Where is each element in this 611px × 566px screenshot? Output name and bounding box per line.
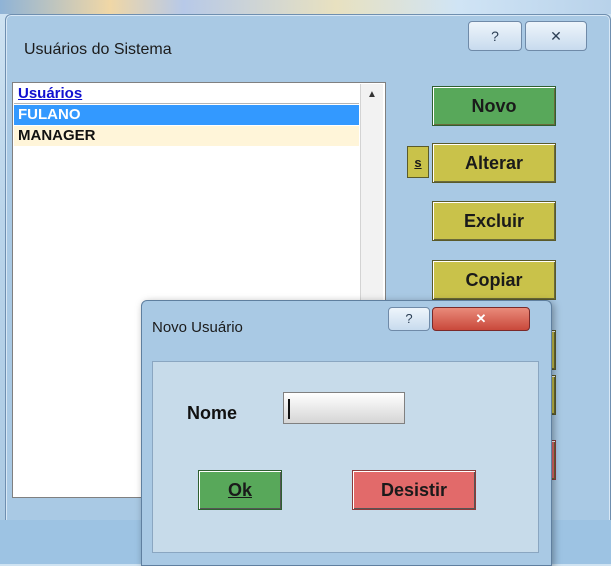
dialog-close-button[interactable]: ✕: [432, 307, 530, 331]
ok-button[interactable]: Ok: [198, 470, 282, 510]
nome-label: Nome: [187, 403, 238, 423]
nome-input[interactable]: [283, 392, 405, 424]
text-caret: [288, 399, 290, 419]
help-button[interactable]: ?: [468, 21, 522, 51]
copiar-label: Copiar: [465, 269, 523, 290]
question-icon: ?: [405, 311, 413, 326]
alterar-button[interactable]: Alterar: [432, 143, 556, 183]
excluir-label: Excluir: [463, 210, 525, 231]
main-titlebar[interactable]: Usuários do Sistema ? ✕: [6, 15, 610, 77]
list-item[interactable]: MANAGER: [14, 126, 359, 146]
close-button[interactable]: ✕: [525, 21, 587, 51]
novo-label: Novo: [471, 95, 517, 116]
desktop-background: [0, 0, 611, 14]
excluir-button[interactable]: Excluir: [432, 201, 556, 241]
main-window-title: Usuários do Sistema: [24, 41, 172, 58]
dialog-content: [152, 361, 539, 553]
s-button[interactable]: s: [407, 146, 429, 178]
desistir-button[interactable]: Desistir: [352, 470, 476, 510]
dialog-help-button[interactable]: ?: [388, 307, 430, 331]
close-icon: ✕: [550, 27, 562, 44]
list-item[interactable]: FULANO: [14, 105, 359, 125]
ok-label: Ok: [227, 479, 252, 500]
question-icon: ?: [491, 28, 499, 44]
copiar-button[interactable]: Copiar: [432, 260, 556, 300]
alterar-label: Alterar: [464, 152, 524, 173]
list-header: Usuários: [14, 84, 359, 104]
close-icon: ✕: [475, 311, 487, 326]
novo-button[interactable]: Novo: [432, 86, 556, 126]
novo-usuario-dialog: Novo Usuário ? ✕ Nome Ok Desistir: [141, 300, 552, 566]
dialog-title: Novo Usuário: [152, 319, 243, 336]
desistir-label: Desistir: [380, 479, 448, 500]
scroll-up-icon[interactable]: ▲: [363, 86, 381, 104]
